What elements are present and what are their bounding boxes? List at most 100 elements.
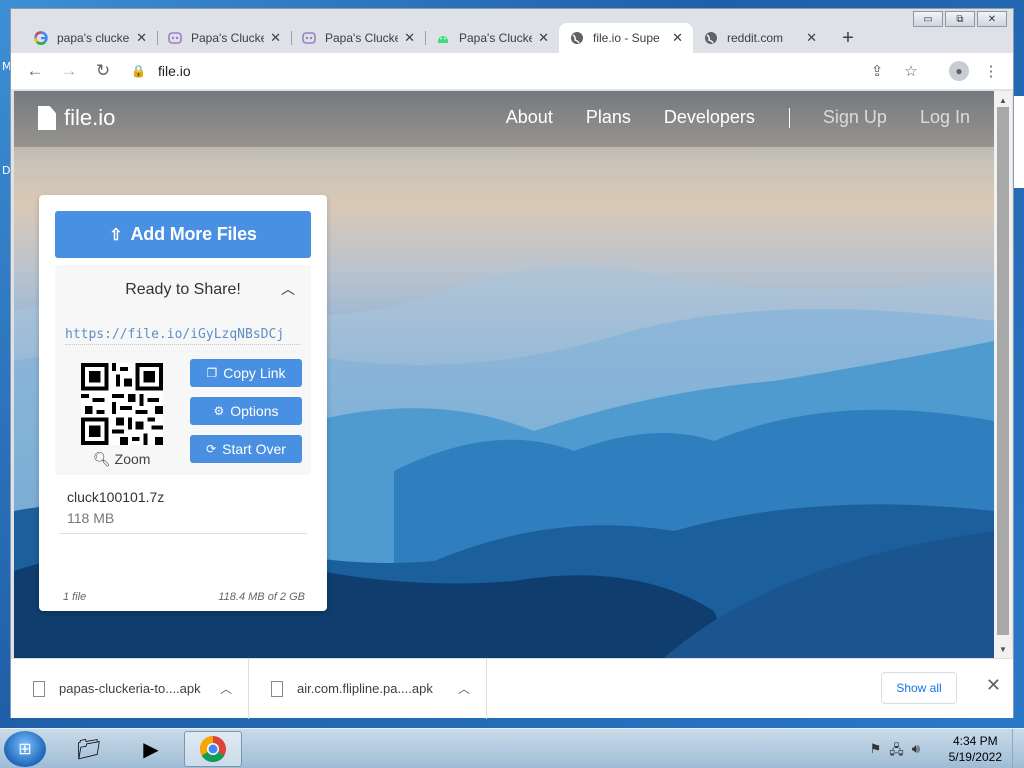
close-tab-icon[interactable]: ✕ — [806, 30, 817, 46]
start-over-label: Start Over — [222, 441, 286, 457]
add-more-files-button[interactable]: ⇧ Add More Files — [55, 211, 311, 258]
tab-papas-cluckeria-search[interactable]: papa's clucke ✕ — [23, 23, 157, 53]
bookmark-star-icon[interactable]: ☆ — [897, 57, 925, 85]
tab-title: reddit.com — [727, 31, 784, 45]
options-label: Options — [230, 403, 279, 419]
download-item[interactable]: papas-cluckeria-to....apk ︿ — [11, 658, 249, 719]
tab-title: Papa's Clucke — [191, 31, 265, 45]
close-tab-icon[interactable]: ✕ — [538, 30, 549, 46]
file-icon — [33, 680, 45, 697]
upload-icon: ⇧ — [109, 226, 123, 244]
downloads-shelf: papas-cluckeria-to....apk ︿ air.com.flip… — [11, 658, 1013, 719]
action-center-flag-icon[interactable]: ⚑ — [870, 741, 882, 763]
forward-icon[interactable]: → — [53, 55, 85, 87]
new-tab-button[interactable]: + — [833, 23, 863, 53]
scroll-up-icon[interactable]: ▲ — [994, 93, 1012, 107]
nav-developers[interactable]: Developers — [664, 107, 755, 128]
volume-icon[interactable]: 🔊︎ — [912, 741, 920, 763]
file-name: cluck100101.7z — [67, 489, 165, 505]
folder-icon: 📁︎ — [76, 738, 102, 761]
tab-papas-cluckeria-3[interactable]: Papa's Clucke ✕ — [425, 23, 559, 53]
tab-title: Papa's Clucke — [325, 31, 399, 45]
android-icon — [435, 30, 451, 46]
qr-code[interactable] — [81, 363, 163, 445]
start-over-button[interactable]: ⟳ Start Over — [190, 435, 302, 463]
restore-button[interactable]: ⧉ — [945, 11, 975, 27]
profile-button[interactable]: ● — [945, 57, 973, 85]
tab-title: papa's clucke — [57, 31, 130, 45]
address-bar[interactable]: 🔒 file.io — [131, 57, 933, 85]
browser-toolbar: ← → ↻ 🔒 file.io ⇪ ☆ ● ⋮ — [11, 53, 1013, 89]
taskbar-media-player[interactable]: ▶ — [122, 731, 180, 767]
gear-icon: ⚙ — [213, 404, 225, 418]
tab-title: file.io - Supe — [593, 31, 660, 45]
storage-usage: 118.4 MB of 2 GB — [218, 591, 305, 603]
tab-papas-cluckeria-1[interactable]: Papa's Clucke ✕ — [157, 23, 291, 53]
close-tab-icon[interactable]: ✕ — [672, 30, 683, 46]
tab-file-io[interactable]: file.io - Supe ✕ — [559, 23, 693, 53]
taskbar-explorer[interactable]: 📁︎ — [60, 731, 118, 767]
nav-plans[interactable]: Plans — [586, 107, 631, 128]
tab-papas-cluckeria-2[interactable]: Papa's Clucke ✕ — [291, 23, 425, 53]
taskbar-chrome[interactable] — [184, 731, 242, 767]
nav-about[interactable]: About — [506, 107, 553, 128]
clock-date: 5/19/2022 — [948, 750, 1002, 764]
media-player-icon: ▶ — [143, 738, 159, 761]
close-tab-icon[interactable]: ✕ — [270, 30, 281, 46]
share-link[interactable]: https://file.io/iGyLzqNBsDCj — [65, 327, 301, 345]
tab-strip: papa's clucke ✕ Papa's Clucke ✕ Papa's C… — [23, 21, 933, 53]
clock-time: 4:34 PM — [952, 734, 998, 748]
page-scrollbar[interactable]: ▲ ▼ — [994, 91, 1012, 658]
scroll-down-icon[interactable]: ▼ — [994, 642, 1012, 656]
chevron-up-icon[interactable]: ︿ — [220, 680, 232, 697]
browser-window: ▭ ⧉ ✕ papa's clucke ✕ Papa's Clucke ✕ Pa… — [10, 8, 1014, 719]
start-button[interactable]: ⊞ — [4, 731, 46, 767]
taskbar: ⊞ 📁︎ ▶ ⚑ 🖧 🔊︎ 4:34 PM 5/19/2022 — [0, 728, 1024, 768]
profile-avatar-icon: ● — [949, 61, 969, 81]
zoom-label: Zoom — [114, 451, 151, 467]
file-list-divider — [59, 533, 307, 534]
site-logo-text: file.io — [64, 105, 116, 130]
nav-sign-up[interactable]: Sign Up — [823, 107, 887, 128]
file-icon — [271, 680, 283, 697]
show-desktop-button[interactable] — [1012, 729, 1024, 768]
close-tab-icon[interactable]: ✕ — [136, 30, 147, 46]
tab-title: Papa's Clucke — [459, 31, 533, 45]
nav-divider — [788, 107, 790, 128]
add-more-files-label: Add More Files — [130, 224, 257, 244]
tab-reddit[interactable]: reddit.com ✕ — [693, 23, 827, 53]
show-all-button[interactable]: Show all — [881, 672, 957, 704]
ready-to-share-heading: Ready to Share! — [125, 281, 241, 298]
site-header: file.io About Plans Developers Sign Up L… — [14, 91, 994, 147]
close-window-button[interactable]: ✕ — [977, 11, 1007, 27]
network-icon[interactable]: 🖧 — [889, 741, 904, 763]
file-size: 118 MB — [67, 510, 115, 526]
toolbar-right: ● ⋮ — [945, 57, 1005, 85]
options-button[interactable]: ⚙ Options — [190, 397, 302, 425]
app-icon — [167, 30, 183, 46]
nav-log-in[interactable]: Log In — [920, 107, 970, 128]
file-count: 1 file — [63, 591, 87, 603]
chevron-up-icon[interactable]: ︿ — [281, 279, 295, 299]
back-icon[interactable]: ← — [19, 55, 51, 87]
address-bar-actions: ⇪ ☆ — [863, 57, 925, 85]
globe-icon — [569, 30, 585, 46]
close-tab-icon[interactable]: ✕ — [404, 30, 415, 46]
share-panel: Ready to Share! ︿ https://file.io/iGyLzq… — [55, 265, 311, 475]
download-filename: papas-cluckeria-to....apk — [59, 681, 201, 696]
download-item[interactable]: air.com.flipline.pa....apk ︿ — [249, 658, 487, 719]
share-icon[interactable]: ⇪ — [863, 57, 891, 85]
zoom-link[interactable]: 🔍︎ Zoom — [93, 451, 150, 468]
google-icon — [33, 30, 49, 46]
scroll-thumb[interactable] — [997, 107, 1009, 635]
site-logo[interactable]: file.io — [38, 105, 115, 131]
menu-kebab-icon[interactable]: ⋮ — [977, 57, 1005, 85]
taskbar-clock[interactable]: 4:34 PM 5/19/2022 — [949, 733, 1002, 765]
file-logo-icon — [38, 106, 56, 130]
copy-link-button[interactable]: ❐ Copy Link — [190, 359, 302, 387]
upload-card: ⇧ Add More Files Ready to Share! ︿ https… — [39, 195, 327, 611]
search-icon: 🔍︎ — [93, 451, 111, 467]
chevron-up-icon[interactable]: ︿ — [458, 680, 470, 697]
close-shelf-icon[interactable]: ✕ — [986, 675, 1001, 696]
reload-icon[interactable]: ↻ — [87, 55, 119, 87]
